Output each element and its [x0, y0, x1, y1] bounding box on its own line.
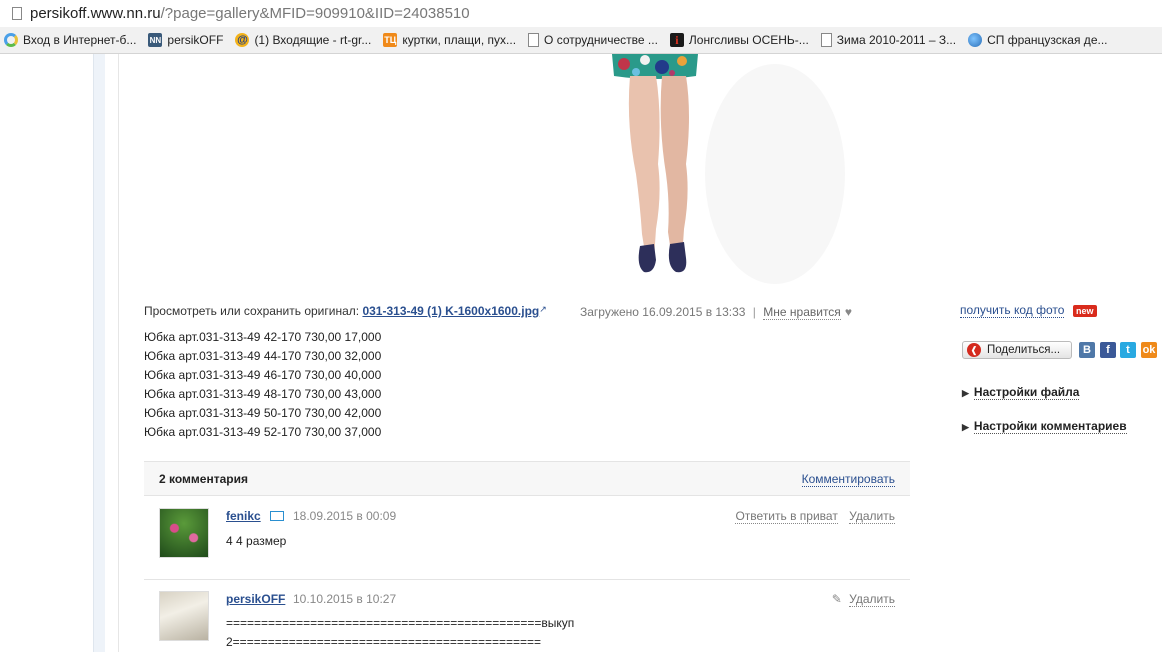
- description-line: Юбка арт.031-313-49 52-170 730,00 37,000: [144, 425, 382, 439]
- vk-icon[interactable]: B: [1079, 342, 1095, 358]
- external-link-icon: ↗: [539, 304, 547, 314]
- file-settings-toggle[interactable]: ▶ Настройки файла: [962, 385, 1080, 400]
- bookmark-item[interactable]: ТЦ куртки, плащи, пух...: [383, 33, 516, 47]
- delete-link[interactable]: Удалить: [849, 592, 895, 607]
- comment-date: 18.09.2015 в 00:09: [293, 509, 397, 523]
- description-line: Юбка арт.031-313-49 50-170 730,00 42,000: [144, 406, 382, 420]
- bookmark-item[interactable]: Вход в Интернет-б...: [4, 33, 136, 47]
- doc-icon: [820, 33, 832, 47]
- ring-icon: [4, 33, 18, 47]
- description-line: Юбка арт.031-313-49 48-170 730,00 43,000: [144, 387, 382, 401]
- nn-icon: NN: [148, 33, 163, 47]
- comment-text: 4 4 размер: [226, 534, 287, 548]
- comment-date: 10.10.2015 в 10:27: [293, 592, 397, 606]
- bookmark-item[interactable]: СП французская де...: [968, 33, 1108, 47]
- share-icon: ❰: [967, 343, 981, 357]
- at-icon: @: [235, 33, 250, 47]
- avatar[interactable]: [159, 508, 209, 558]
- bookmark-item[interactable]: О сотрудничестве ...: [528, 33, 658, 47]
- avatar[interactable]: [159, 591, 209, 641]
- like-button[interactable]: Мне нравится: [763, 305, 841, 320]
- bookmark-item[interactable]: Зима 2010-2011 – З...: [820, 33, 956, 47]
- comment-text: 2=======================================…: [226, 635, 542, 649]
- triangle-right-icon: ▶: [962, 422, 969, 432]
- heart-icon[interactable]: ♥: [845, 305, 852, 319]
- photo-meta: Загружено 16.09.2015 в 13:33 | Мне нрави…: [580, 305, 852, 320]
- comment-actions: Ответить в приват Удалить: [727, 509, 895, 524]
- bookmarks-bar: Вход в Интернет-б... NN persikOFF @ (1) …: [0, 27, 1162, 54]
- new-badge: new: [1073, 305, 1097, 317]
- comment-actions: ✎ Удалить: [832, 592, 895, 607]
- mail-icon[interactable]: [270, 511, 284, 521]
- bookmark-item[interactable]: NN persikOFF: [148, 33, 223, 47]
- delete-link[interactable]: Удалить: [849, 509, 895, 524]
- comment-text: ========================================…: [226, 616, 575, 630]
- bookmark-item[interactable]: @ (1) Входящие - rt-gr...: [235, 33, 371, 47]
- comment-author[interactable]: persikOFF: [226, 592, 285, 606]
- comments-count: 2 комментария: [159, 472, 248, 486]
- globe-icon: [968, 33, 983, 47]
- url-text[interactable]: persikoff.www.nn.ru/?page=gallery&MFID=9…: [30, 5, 470, 22]
- content-divider: [118, 54, 119, 652]
- description-line: Юбка арт.031-313-49 44-170 730,00 32,000: [144, 349, 382, 363]
- tc-icon: ТЦ: [383, 33, 398, 47]
- odnoklassniki-icon[interactable]: ok: [1141, 342, 1157, 358]
- twitter-icon[interactable]: t: [1120, 342, 1136, 358]
- photo-caption: Просмотреть или сохранить оригинал: 031-…: [144, 304, 547, 318]
- reply-private-link[interactable]: Ответить в приват: [735, 509, 838, 524]
- address-bar[interactable]: persikoff.www.nn.ru/?page=gallery&MFID=9…: [0, 0, 1162, 27]
- facebook-icon[interactable]: f: [1100, 342, 1116, 358]
- i-icon: i: [669, 33, 684, 47]
- comment-item: persikOFF 10.10.2015 в 10:27 ✎ Удалить =…: [144, 589, 910, 652]
- get-photo-code-link[interactable]: получить код фото: [960, 303, 1065, 318]
- comment-settings-toggle[interactable]: ▶ Настройки комментариев: [962, 419, 1127, 434]
- comment-item: fenikc 18.09.2015 в 00:09 Ответить в при…: [144, 506, 910, 576]
- bookmark-item[interactable]: i Лонгсливы ОСЕНЬ-...: [669, 33, 809, 47]
- left-sidebar-strip: [93, 54, 105, 652]
- pencil-icon[interactable]: ✎: [832, 592, 842, 606]
- triangle-right-icon: ▶: [962, 388, 969, 398]
- photo-description: Юбка арт.031-313-49 42-170 730,00 17,000…: [144, 328, 381, 442]
- write-comment-link[interactable]: Комментировать: [801, 472, 895, 487]
- description-line: Юбка арт.031-313-49 42-170 730,00 17,000: [144, 330, 382, 344]
- comments-header: 2 комментария Комментировать: [144, 461, 910, 496]
- description-line: Юбка арт.031-313-49 46-170 730,00 40,000: [144, 368, 382, 382]
- comment-divider: [144, 579, 910, 580]
- page-icon: [12, 7, 22, 20]
- share-button[interactable]: ❰ Поделиться...: [962, 341, 1072, 359]
- doc-icon: [528, 33, 540, 47]
- gallery-photo[interactable]: [600, 54, 870, 284]
- original-file-link[interactable]: 031-313-49 (1) K-1600x1600.jpg: [362, 304, 539, 318]
- comment-author[interactable]: fenikc: [226, 509, 261, 523]
